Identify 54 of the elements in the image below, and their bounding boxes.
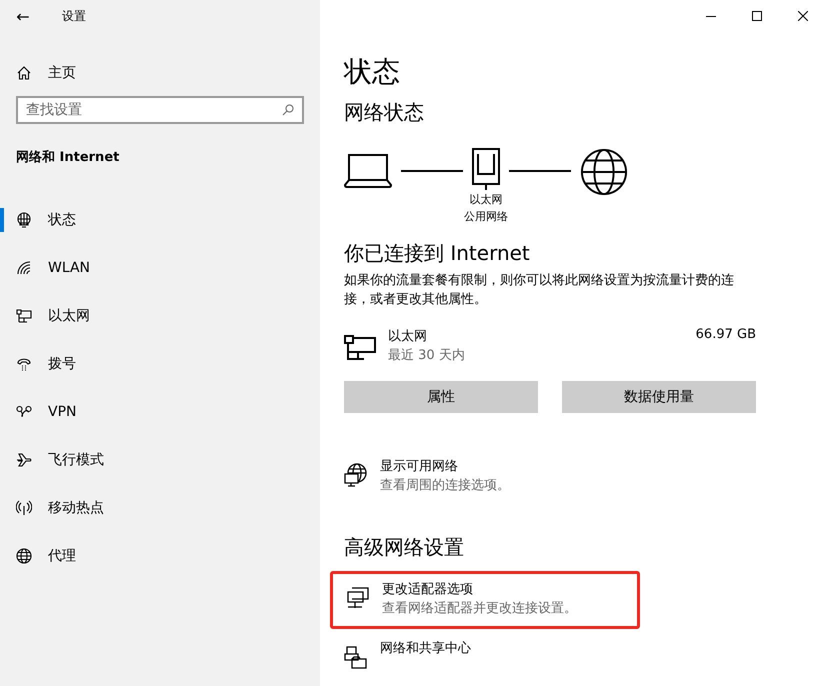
laptop-icon [344,154,392,188]
nav-item[interactable]: 移动热点 [0,484,320,532]
link-title: 更改适配器选项 [382,581,473,599]
action-button[interactable]: 属性 [344,381,538,413]
back-button[interactable]: ← [0,0,46,32]
settings-link[interactable]: 网络和共享中心 [344,639,471,669]
airplane-icon [16,452,32,468]
section-heading: 网络和 Internet [16,149,120,166]
action-button[interactable]: 数据使用量 [562,381,756,413]
page-title: 状态 [344,54,400,90]
nav-item[interactable]: 拨号 [0,340,320,388]
settings-link[interactable]: 显示可用网络 查看周围的连接选项。 [344,457,510,495]
data-usage: 66.97 GB [696,327,756,342]
section-title: 高级网络设置 [344,534,464,561]
link-title: 显示可用网络 [380,458,458,476]
monitor-network-icon [346,586,370,610]
usage-period: 最近 30 天内 [388,347,465,365]
connection-status-title: 你已连接到 Internet [344,240,530,267]
settings-link[interactable]: 更改适配器选项 查看网络适配器并更改连接设置。 [330,571,640,629]
window-title: 设置 [62,8,86,24]
home-link[interactable]: 主页 [16,56,76,90]
section-title: 网络状态 [344,99,424,126]
home-icon [16,65,32,81]
nav-item[interactable]: 状态 [0,196,320,244]
link-description: 查看网络适配器并更改连接设置。 [382,600,577,618]
nav-item[interactable]: VPN [0,388,320,436]
globe-monitor-icon [16,212,32,228]
nav-item[interactable]: 代理 [0,532,320,580]
maximize-icon [752,11,762,21]
globe-icon [580,148,628,196]
wifi-icon [16,260,32,276]
search-field[interactable]: 查找设置 [16,96,304,124]
connection-name: 以太网 [388,328,427,346]
ethernet-port-icon [472,148,500,190]
ethernet-icon [16,308,32,324]
computer-folder-icon [344,645,368,669]
connection-description: 如果你的流量套餐有限制，则你可以将此网络设置为按流量计费的连接，或者更改其他属性。 [344,272,735,309]
ethernet-icon [344,335,376,361]
connection-line [401,170,463,172]
connection-line [509,170,571,172]
link-description: 查看周围的连接选项。 [380,477,510,495]
nav-item[interactable]: 以太网 [0,292,320,340]
nav-item[interactable]: 飞行模式 [0,436,320,484]
vpn-icon [16,404,32,420]
globe-monitor-icon [344,463,368,487]
phone-icon [16,356,32,372]
adapter-label: 以太网 [470,192,502,208]
network-type-label: 公用网络 [464,209,508,225]
nav-item[interactable]: WLAN [0,244,320,292]
search-icon [282,104,294,116]
close-icon [798,11,808,21]
hotspot-icon [16,500,32,516]
globe-icon [16,548,32,564]
link-title: 网络和共享中心 [380,640,471,658]
